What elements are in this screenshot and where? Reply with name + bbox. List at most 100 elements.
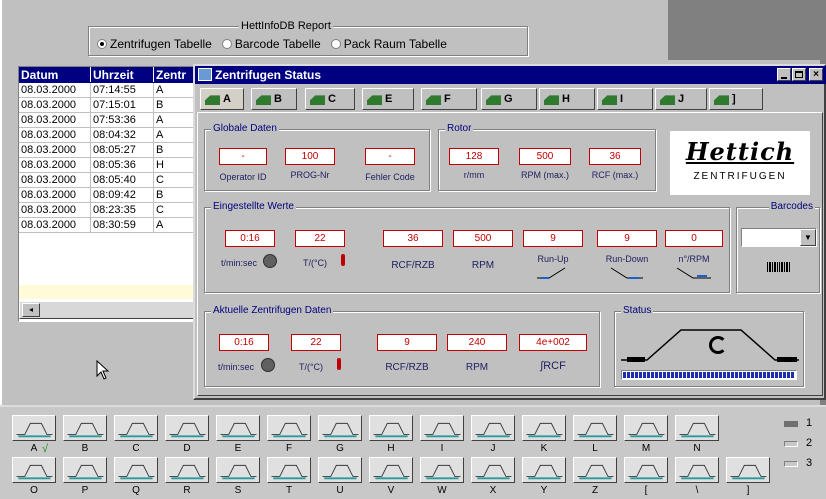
run-profile-icon [577,464,614,480]
centrifuge-button[interactable] [726,457,770,483]
tab-e[interactable]: E [362,88,414,110]
radio-packraum[interactable]: Pack Raum Tabelle [330,37,447,51]
data-grid[interactable]: Datum Uhrzeit Zentr 08.03.2000 07:14:55 A 0… [18,66,200,322]
col-header-uhrzeit[interactable]: Uhrzeit [91,67,154,82]
centrifuge-label: U [336,485,344,496]
progress-fill [623,372,794,378]
centrifuge-button[interactable] [267,457,311,483]
scroll-left-button[interactable]: ◂ [22,303,40,317]
rotor-title: Rotor [445,123,474,134]
tab-i[interactable]: I [597,88,653,110]
table-row[interactable]: 08.03.2000 07:53:36 A [19,113,199,128]
set-nrpm-label: n°/RPM [678,254,710,264]
report-groupbox: HettInfoDB Report Zentrifugen Tabelle Ba… [88,20,528,56]
table-cell: 08:05:40 [91,173,154,188]
tab-b[interactable]: B [251,88,297,110]
status-group: Status [614,305,804,387]
radio-barcode[interactable]: Barcode Tabelle [221,37,321,51]
right-dark-panel [668,0,826,60]
act-integral-value: 4e+002 [519,334,587,351]
centrifuge-button[interactable] [63,457,107,483]
prog-nr-label: PROG-Nr [290,170,330,180]
centrifuge-button[interactable] [12,415,56,441]
table-cell: 07:14:55 [91,83,154,98]
table-row[interactable]: 08.03.2000 08:05:40 C [19,173,199,188]
run-profile-icon [118,422,155,438]
centrifuge-button[interactable] [675,415,719,441]
centrifuge-button[interactable] [573,457,617,483]
barcode-select[interactable]: ▼ [741,228,817,247]
bottom-panel: 1 2 3 A B C D E F G H I J K L M N O P Q R S T U V W X Y Z [\] √ [0,405,826,499]
check-mark-icon: √ [42,443,49,455]
run-profile-icon [67,464,104,480]
centrifuge-button[interactable] [267,415,311,441]
centrifuge-label: X [489,485,497,496]
tab-f[interactable]: F [421,88,477,110]
set-rpm-label: RPM [471,260,495,271]
status-window: Zentrifugen Status × A B C E F G H I J ]… [193,64,826,400]
centrifuge-button[interactable] [471,457,515,483]
centrifuge-button[interactable] [369,415,413,441]
table-row[interactable]: 08.03.2000 08:04:32 A [19,128,199,143]
centrifuge-button[interactable] [522,415,566,441]
centrifuge-button[interactable] [420,415,464,441]
centrifuge-button[interactable] [318,415,362,441]
centrifuge-button[interactable] [165,415,209,441]
centrifuge-button[interactable] [63,415,107,441]
centrifuge-button[interactable] [624,457,668,483]
fehler-code-value: - [365,148,415,165]
centrifuge-button[interactable] [369,457,413,483]
status-titlebar[interactable]: Zentrifugen Status × [195,66,826,84]
centrifuge-button[interactable] [624,415,668,441]
centrifuge-button[interactable] [471,415,515,441]
centrifuge-button[interactable] [522,457,566,483]
tab-g[interactable]: G [481,88,537,110]
centrifuge-button[interactable] [12,457,56,483]
centrifuge-button[interactable] [675,457,719,483]
tab-h[interactable]: H [539,88,595,110]
table-cell: 08.03.2000 [19,218,91,233]
centrifuge-button[interactable] [216,415,260,441]
grid-rows: 08.03.2000 07:14:55 A 08.03.2000 07:15:01 B 08… [19,83,199,243]
table-cell: 08:09:42 [91,188,154,203]
centrifuge-label: G [336,443,344,454]
table-row[interactable]: 08.03.2000 08:30:59 A [19,218,199,233]
centrifuge-label: R [183,485,191,496]
centrifuge-button[interactable] [114,457,158,483]
col-header-datum[interactable]: Datum [19,67,91,82]
centrifuge-button[interactable] [165,457,209,483]
table-row[interactable]: 08.03.2000 08:05:27 B [19,143,199,158]
tab-j[interactable]: J [655,88,707,110]
centrifuge-button[interactable] [318,457,362,483]
table-row[interactable]: 08.03.2000 08:23:35 C [19,203,199,218]
minimize-button[interactable] [777,68,791,81]
table-row[interactable]: 08.03.2000 07:14:55 A [19,83,199,98]
centrifuge-label: Z [591,485,599,496]
app-icon [198,68,212,81]
run-profile-icon [220,464,257,480]
centrifuge-label: S [234,485,242,496]
table-row[interactable]: 08.03.2000 08:09:42 B [19,188,199,203]
table-row[interactable]: 08.03.2000 08:05:36 H [19,158,199,173]
table-cell: 08.03.2000 [19,113,91,128]
run-profile-icon [16,422,53,438]
chevron-down-icon[interactable]: ▼ [800,229,816,246]
table-row[interactable]: 08.03.2000 07:15:01 B [19,98,199,113]
centrifuge-button[interactable] [420,457,464,483]
radio-off-icon [221,39,232,49]
tab-c[interactable]: C [305,88,355,110]
centrifuge-button[interactable] [114,415,158,441]
set-runup-value: 9 [523,230,583,247]
horizontal-scrollbar[interactable]: ◂ [19,301,199,319]
report-title: HettInfoDB Report [239,20,333,32]
centrifuge-button[interactable] [573,415,617,441]
grid-yellow-row [19,285,199,299]
close-button[interactable]: × [809,68,823,81]
centrifuge-button[interactable] [216,457,260,483]
run-profile-icon [220,422,257,438]
run-profile-icon [271,464,308,480]
tab-a[interactable]: A [200,88,244,110]
maximize-button[interactable] [792,68,806,81]
tab-extra[interactable]: ] [709,88,763,110]
radio-zentrifugen[interactable]: Zentrifugen Tabelle [97,37,212,51]
